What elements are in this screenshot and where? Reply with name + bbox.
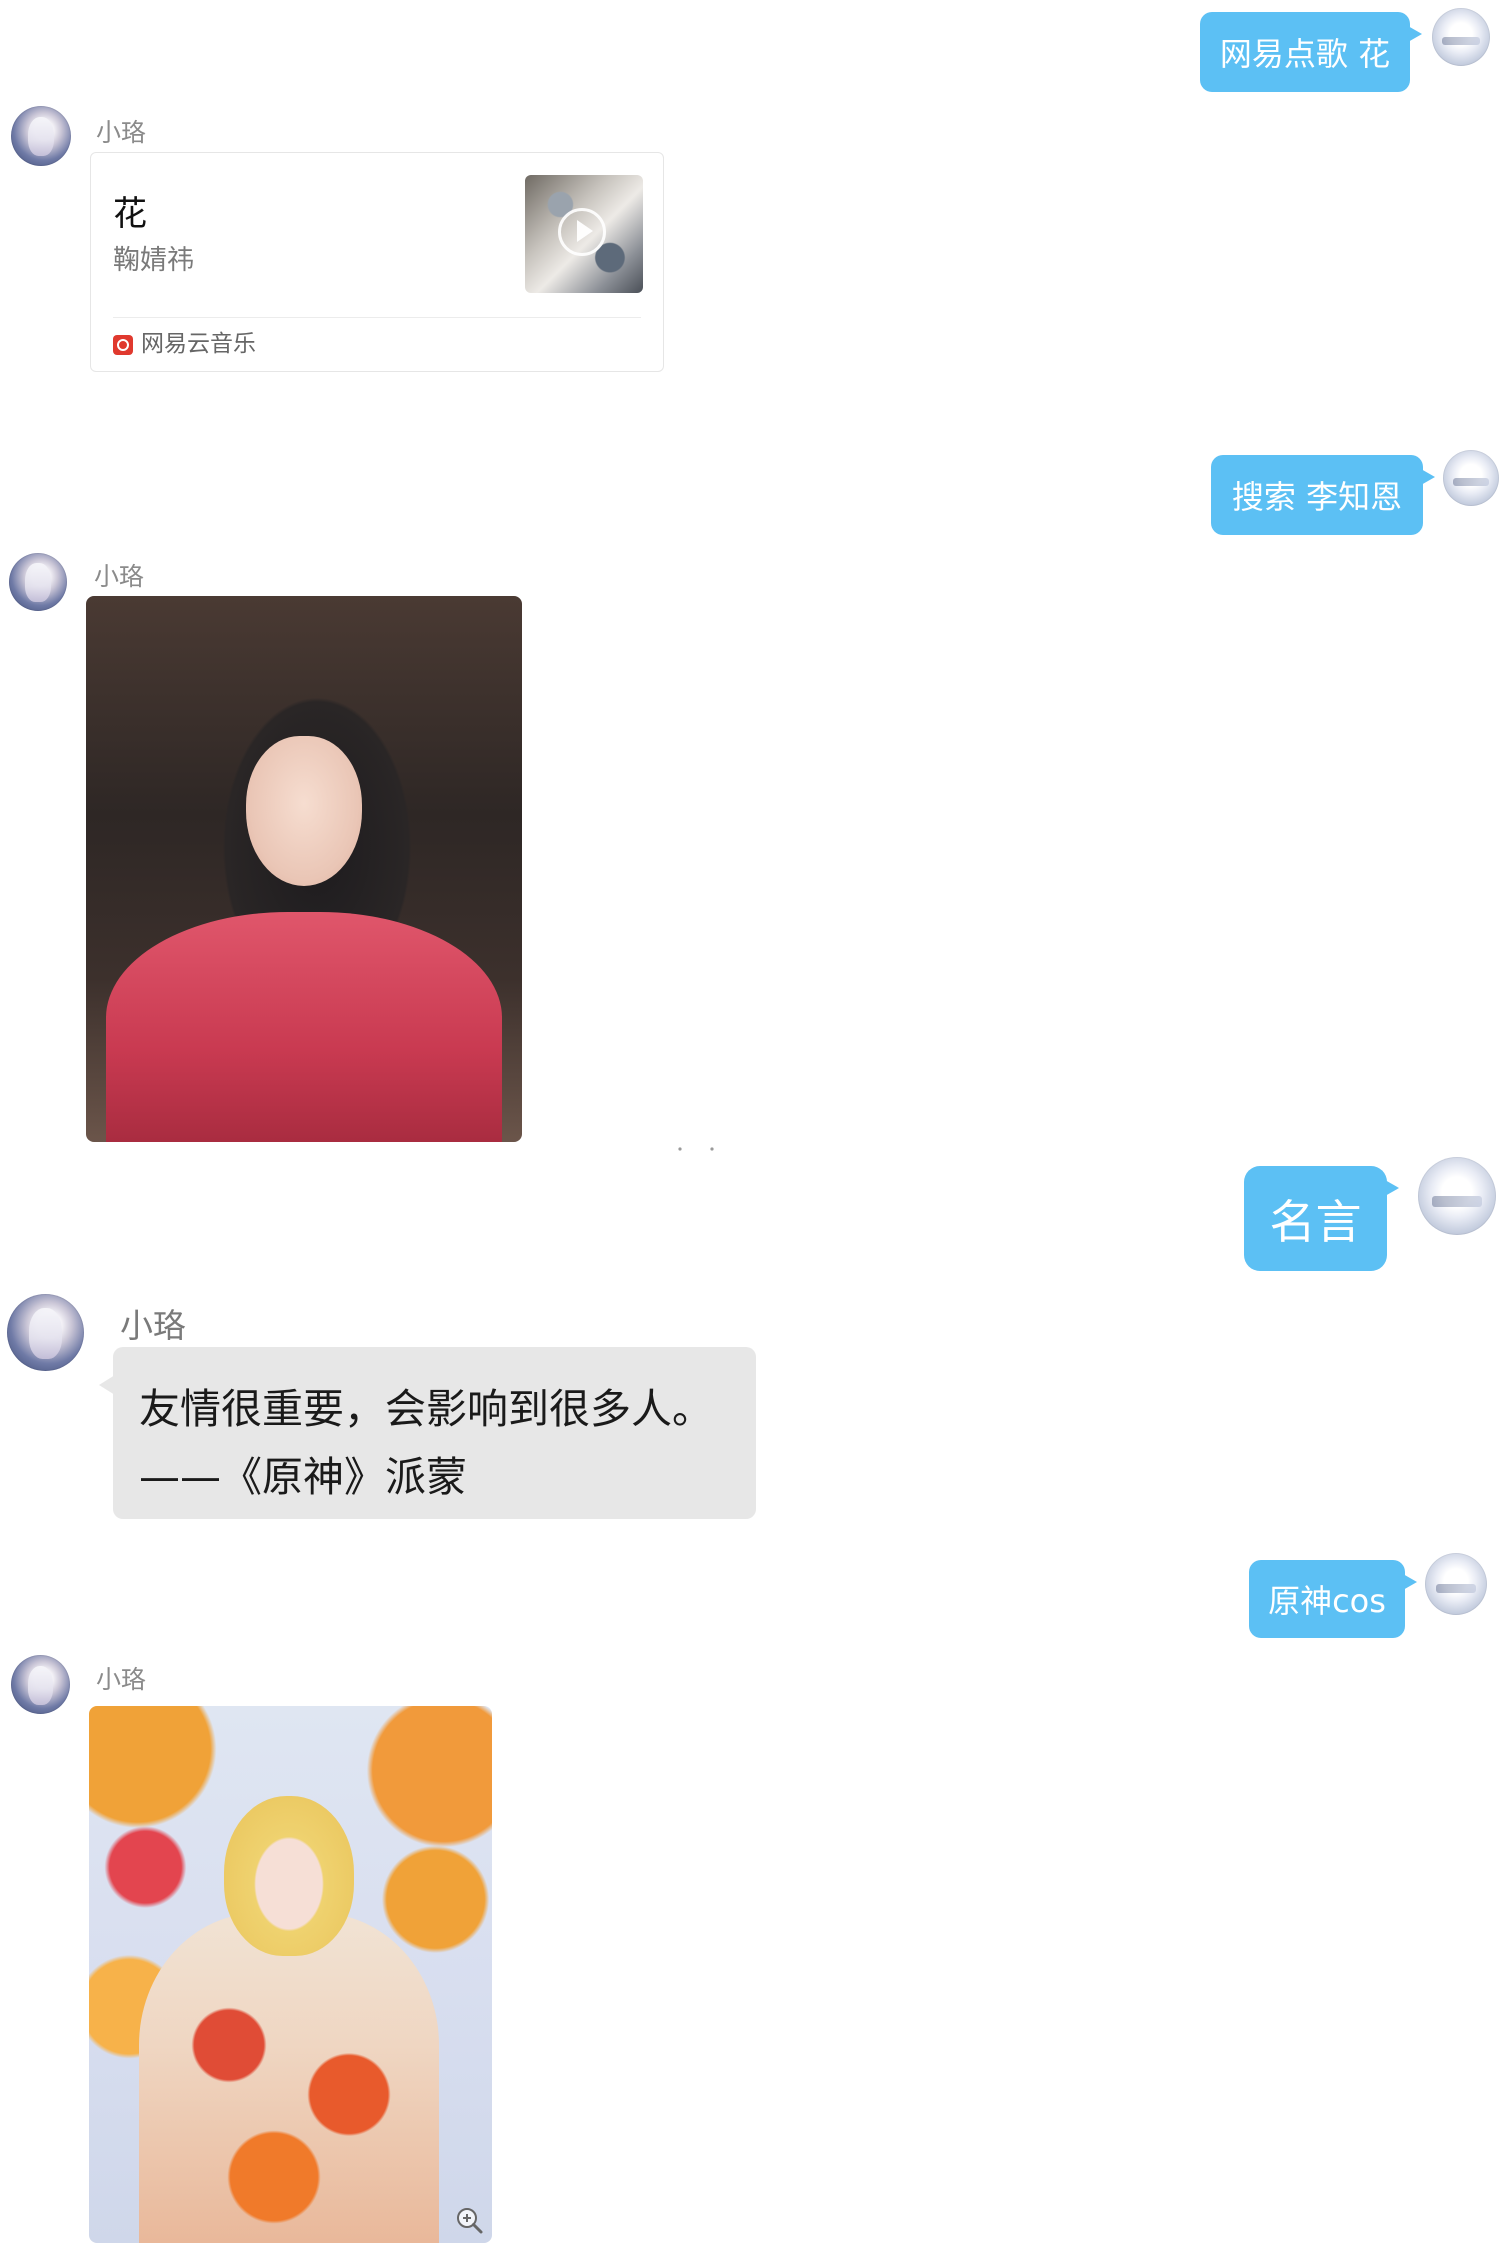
message-text: 网易点歌 花 xyxy=(1219,35,1391,73)
outgoing-message-bubble[interactable]: 原神cos xyxy=(1249,1560,1417,1638)
image-message[interactable] xyxy=(89,1706,492,2243)
message-text: 名言 xyxy=(1269,1194,1362,1249)
album-cover[interactable] xyxy=(525,175,643,293)
user-avatar[interactable] xyxy=(1418,1157,1496,1235)
sender-name: 小珞 xyxy=(96,1665,147,1694)
play-triangle xyxy=(577,220,593,242)
message-text: 搜索 李知恩 xyxy=(1231,478,1403,516)
music-share-card[interactable]: 花 鞠婧祎 网易云音乐 xyxy=(90,152,664,372)
quote-source-line: ——《原神》派蒙 xyxy=(139,1453,467,1501)
loading-dots xyxy=(678,1147,714,1151)
song-artist: 鞠婧祎 xyxy=(113,245,194,276)
message-text: 原神cos xyxy=(1268,1582,1386,1620)
outgoing-message-bubble[interactable]: 搜索 李知恩 xyxy=(1211,455,1435,535)
user-avatar[interactable] xyxy=(1425,1553,1487,1615)
netease-cloud-music-icon xyxy=(113,335,133,355)
sender-name: 小珞 xyxy=(120,1306,186,1345)
outgoing-message-bubble[interactable]: 名言 xyxy=(1244,1166,1399,1271)
card-divider xyxy=(113,317,641,318)
user-avatar[interactable] xyxy=(1432,8,1490,66)
bot-avatar[interactable] xyxy=(9,553,67,611)
bot-avatar[interactable] xyxy=(11,1655,70,1714)
song-title: 花 xyxy=(113,194,147,234)
music-source-label: 网易云音乐 xyxy=(141,331,256,357)
zoom-in-icon[interactable] xyxy=(454,2205,484,2235)
user-avatar[interactable] xyxy=(1443,450,1499,506)
outgoing-message-bubble[interactable]: 网易点歌 花 xyxy=(1200,12,1422,92)
incoming-message-bubble[interactable]: 友情很重要，会影响到很多人。 ——《原神》派蒙 xyxy=(99,1347,756,1519)
quote-text-line: 友情很重要，会影响到很多人。 xyxy=(139,1385,713,1433)
sender-name: 小珞 xyxy=(96,118,147,147)
sender-name: 小珞 xyxy=(94,562,145,591)
image-message[interactable] xyxy=(86,596,522,1142)
bot-avatar[interactable] xyxy=(7,1294,84,1371)
bot-avatar[interactable] xyxy=(11,106,71,166)
